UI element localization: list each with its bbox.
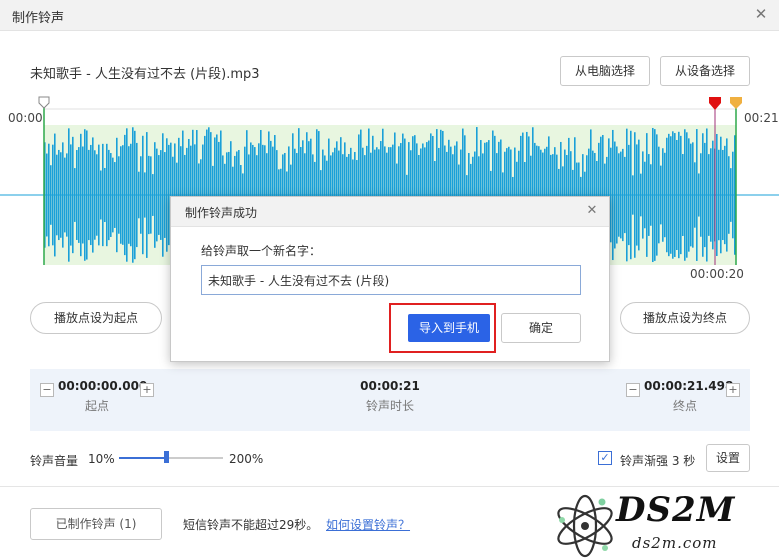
- dialog-title: 制作铃声成功: [185, 206, 258, 220]
- import-to-phone-button[interactable]: 导入到手机: [408, 314, 490, 342]
- volume-label: 铃声音量: [30, 454, 79, 468]
- dialog-header: 制作铃声成功 ✕: [171, 197, 609, 227]
- volume-slider[interactable]: [119, 457, 223, 459]
- set-end-button[interactable]: 播放点设为终点: [620, 302, 750, 334]
- title-bar: 制作铃声 ✕: [0, 0, 779, 31]
- end-value: 00:00:21.498: [644, 379, 734, 393]
- start-info: 00:00:00.000 起点: [58, 379, 148, 414]
- file-name: 未知歌手 - 人生没有过不去 (片段).mp3: [30, 67, 260, 82]
- end-info: 00:00:21.498 终点: [644, 379, 734, 414]
- fade-in-label: 铃声渐强 3 秒: [620, 454, 696, 468]
- confirm-button[interactable]: 确定: [501, 313, 581, 343]
- start-marker-icon: [38, 96, 50, 109]
- set-start-button[interactable]: 播放点设为起点: [30, 302, 162, 334]
- volume-max: 200%: [229, 452, 264, 466]
- dialog-prompt: 给铃声取一个新名字：: [201, 244, 322, 258]
- sms-note: 短信铃声不能超过29秒。: [183, 518, 319, 532]
- duration-info: 00:00:21 铃声时长: [350, 379, 430, 414]
- success-dialog: 制作铃声成功 ✕ 给铃声取一个新名字： 导入到手机 确定: [170, 196, 610, 362]
- selection-end-time: 00:00:20: [690, 267, 744, 281]
- watermark-logo: DS2M ds2m.com: [550, 490, 779, 559]
- playhead-marker-icon: [709, 97, 721, 110]
- dialog-close-icon[interactable]: ✕: [585, 203, 599, 219]
- start-increase-button[interactable]: +: [140, 383, 154, 397]
- made-ringtones-button[interactable]: 已制作铃声 (1): [30, 508, 162, 540]
- watermark-big-text: DS2M: [616, 490, 736, 530]
- footer-divider: [0, 486, 779, 487]
- duration-label: 铃声时长: [365, 399, 414, 413]
- help-link[interactable]: 如何设置铃声？: [326, 516, 410, 533]
- volume-slider-thumb[interactable]: [163, 451, 169, 463]
- fade-settings-button[interactable]: 设置: [706, 444, 750, 472]
- ringtone-info-panel: − 00:00:00.000 起点 + 00:00:21 铃声时长 − 00:0…: [30, 369, 750, 431]
- start-decrease-button[interactable]: −: [40, 383, 54, 397]
- end-increase-button[interactable]: +: [726, 383, 740, 397]
- watermark-small-text: ds2m.com: [632, 534, 718, 552]
- end-decrease-button[interactable]: −: [626, 383, 640, 397]
- choose-from-device-button[interactable]: 从设备选择: [660, 56, 750, 86]
- volume-slider-fill: [119, 457, 166, 459]
- volume-min: 10%: [88, 452, 115, 466]
- atom-logo-icon: [557, 494, 613, 558]
- close-icon[interactable]: ✕: [753, 6, 769, 22]
- end-label: 终点: [672, 399, 697, 413]
- fade-in-checkbox[interactable]: ✓: [598, 451, 612, 465]
- choose-from-pc-button[interactable]: 从电脑选择: [560, 56, 650, 86]
- window-title: 制作铃声: [12, 11, 65, 26]
- start-label: 起点: [84, 399, 109, 413]
- duration-value: 00:00:21: [360, 379, 420, 393]
- ringtone-name-input[interactable]: [201, 265, 581, 295]
- end-marker-icon: [730, 97, 742, 109]
- start-value: 00:00:00.000: [58, 379, 148, 393]
